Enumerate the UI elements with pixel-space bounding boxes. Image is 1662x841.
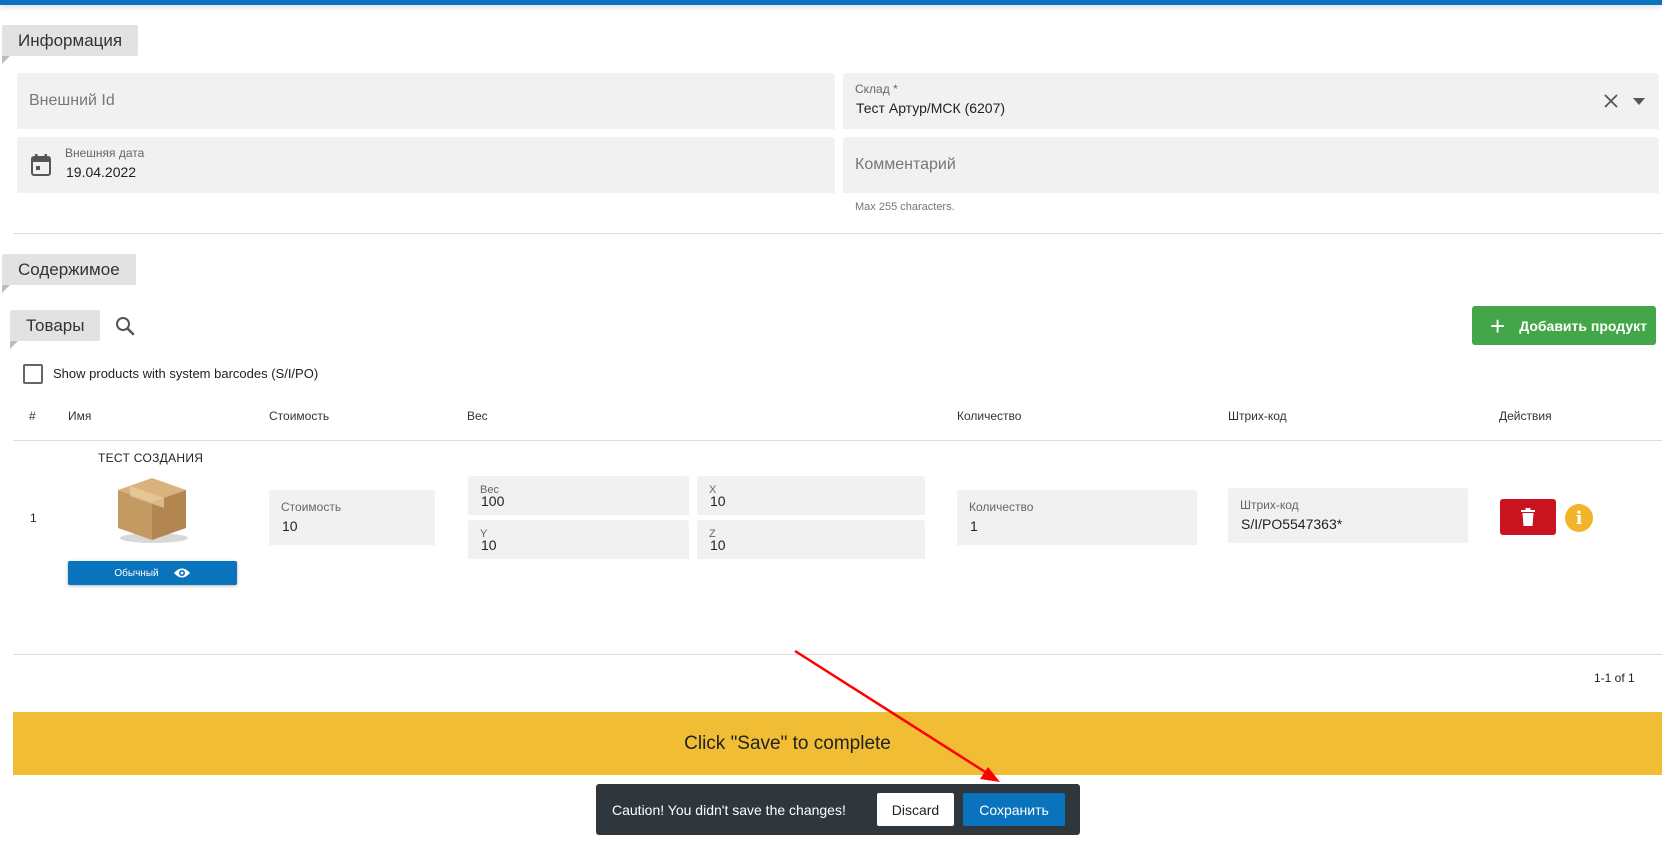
divider xyxy=(13,233,1662,234)
discard-button[interactable]: Discard xyxy=(877,793,954,826)
search-icon[interactable] xyxy=(115,316,135,336)
column-header-actions: Действия xyxy=(1499,409,1552,423)
column-header-name: Имя xyxy=(68,409,92,423)
product-name: ТЕСТ СОЗДАНИЯ xyxy=(98,451,204,465)
tab-goods-label: Товары xyxy=(26,316,85,335)
save-hint-banner: Click "Save" to complete xyxy=(13,712,1662,775)
section-tab-contents: Содержимое xyxy=(2,254,136,293)
comment-hint: Max 255 characters. xyxy=(855,201,955,213)
tab-goods[interactable]: Товары xyxy=(10,310,101,349)
calendar-icon[interactable] xyxy=(31,154,51,176)
weight-value: 100 xyxy=(481,493,505,509)
cost-value: 10 xyxy=(282,518,298,534)
unsaved-changes-snackbar: Caution! You didn't save the changes! Di… xyxy=(596,784,1080,835)
external-id-field[interactable]: Внешний Id xyxy=(17,73,835,129)
pagination-info: 1-1 of 1 xyxy=(1594,671,1635,685)
product-type-label: Обычный xyxy=(114,567,159,579)
section-tab-info: Информация xyxy=(2,25,139,64)
system-barcodes-checkbox[interactable] xyxy=(23,364,43,384)
barcode-value: S/I/PO5547363* xyxy=(1241,516,1343,532)
external-id-placeholder: Внешний Id xyxy=(29,92,115,109)
dimension-y-input[interactable]: Y 10 xyxy=(468,520,689,559)
cost-input[interactable]: Стоимость 10 xyxy=(269,490,435,545)
plus-icon: + xyxy=(1490,310,1506,341)
save-hint-text: Click "Save" to complete xyxy=(684,732,891,754)
warehouse-value: Тест Артур/МСК (6207) xyxy=(856,100,1006,116)
product-box-image xyxy=(118,478,188,543)
column-header-barcode: Штрих-код xyxy=(1228,409,1287,423)
snackbar-message: Caution! You didn't save the changes! xyxy=(612,801,846,818)
product-type-button[interactable]: Обычный xyxy=(68,561,237,585)
top-accent-bar xyxy=(0,0,1662,5)
save-button[interactable]: Сохранить xyxy=(963,793,1065,826)
delete-button[interactable] xyxy=(1500,499,1556,535)
external-date-value: 19.04.2022 xyxy=(66,164,137,180)
dimension-x-input[interactable]: X 10 xyxy=(697,476,925,515)
dimension-x-value: 10 xyxy=(710,493,726,509)
clear-icon[interactable] xyxy=(1603,93,1619,109)
trash-icon xyxy=(1521,508,1535,526)
row-number: 1 xyxy=(30,511,37,525)
external-date-field[interactable]: Внешняя дата 19.04.2022 xyxy=(17,137,835,193)
table-footer-divider xyxy=(13,654,1662,655)
column-header-cost: Стоимость xyxy=(269,409,330,423)
column-header-num: # xyxy=(29,409,36,423)
chevron-down-icon[interactable] xyxy=(1633,98,1645,105)
section-tab-contents-label: Содержимое xyxy=(18,260,120,279)
barcode-input[interactable]: Штрих-код S/I/PO5547363* xyxy=(1228,488,1468,543)
dimension-z-input[interactable]: Z 10 xyxy=(697,520,925,559)
quantity-input[interactable]: Количество 1 xyxy=(957,490,1197,545)
dimension-z-value: 10 xyxy=(710,537,726,553)
dimension-y-value: 10 xyxy=(481,537,497,553)
info-icon[interactable]: i xyxy=(1565,504,1593,532)
add-product-label: Добавить продукт xyxy=(1519,317,1647,334)
eye-icon xyxy=(173,568,190,578)
add-product-button[interactable]: + Добавить продукт xyxy=(1472,306,1656,345)
column-header-quantity: Количество xyxy=(957,409,1022,423)
column-header-weight: Вес xyxy=(467,409,488,423)
system-barcodes-label: Show products with system barcodes (S/I/… xyxy=(53,366,319,381)
quantity-label: Количество xyxy=(969,500,1034,514)
quantity-value: 1 xyxy=(970,518,978,534)
barcode-label: Штрих-код xyxy=(1240,498,1299,512)
header-divider xyxy=(13,440,1662,441)
warehouse-select[interactable]: Склад * Тест Артур/МСК (6207) xyxy=(843,73,1659,129)
section-tab-info-label: Информация xyxy=(18,31,123,50)
cost-label: Стоимость xyxy=(281,500,342,514)
warehouse-label: Склад * xyxy=(855,82,898,96)
external-date-label: Внешняя дата xyxy=(65,146,145,160)
weight-input[interactable]: Вес 100 xyxy=(468,476,689,515)
comment-field[interactable]: Комментарий xyxy=(843,137,1659,193)
comment-placeholder: Комментарий xyxy=(855,156,956,173)
